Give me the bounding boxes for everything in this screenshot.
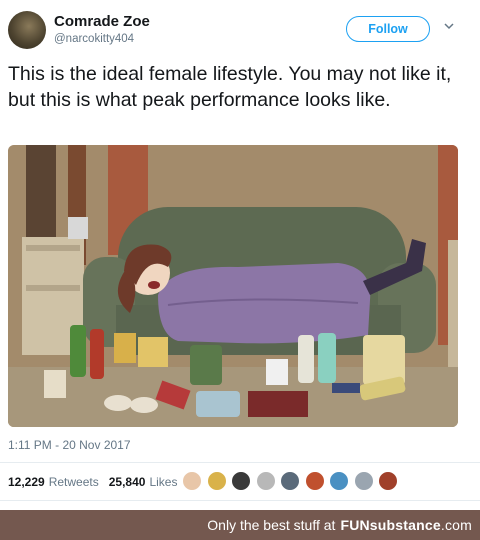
liker-avatar[interactable] bbox=[353, 471, 374, 491]
tweet-image[interactable] bbox=[8, 145, 458, 427]
brand-logo: FUNsubstance.com bbox=[340, 517, 472, 533]
likes-label[interactable]: Likes bbox=[149, 475, 177, 489]
liker-avatars bbox=[182, 471, 403, 491]
retweets-count[interactable]: 12,229 bbox=[8, 475, 45, 489]
liker-avatar[interactable] bbox=[304, 471, 325, 491]
liker-avatar[interactable] bbox=[280, 471, 300, 491]
tweet-timestamp[interactable]: 1:11 PM - 20 Nov 2017 bbox=[8, 438, 131, 452]
brand-tld: .com bbox=[440, 517, 472, 533]
retweets-label[interactable]: Retweets bbox=[49, 475, 99, 489]
liker-avatar[interactable] bbox=[329, 471, 349, 491]
avatar[interactable] bbox=[8, 11, 46, 49]
liker-avatar[interactable] bbox=[182, 471, 202, 491]
footer-bar: Only the best stuff at FUNsubstance.com bbox=[0, 510, 480, 540]
liker-avatar[interactable] bbox=[378, 471, 398, 491]
footer-text: Only the best stuff at bbox=[207, 517, 336, 533]
chevron-down-icon[interactable] bbox=[443, 20, 455, 32]
divider bbox=[0, 500, 480, 501]
engagement-stats: 12,229 Retweets 25,840 Likes bbox=[8, 475, 177, 489]
tweet-text: This is the ideal female lifestyle. You … bbox=[8, 63, 452, 111]
divider bbox=[0, 462, 480, 463]
liker-avatar[interactable] bbox=[255, 471, 276, 491]
brand-name: FUNsubstance bbox=[340, 517, 441, 533]
display-name[interactable]: Comrade Zoe bbox=[54, 13, 150, 30]
likes-count[interactable]: 25,840 bbox=[109, 475, 146, 489]
follow-button[interactable]: Follow bbox=[346, 16, 430, 42]
user-handle[interactable]: @narcokitty404 bbox=[54, 33, 134, 45]
liker-avatar[interactable] bbox=[206, 471, 227, 491]
liker-avatar[interactable] bbox=[231, 471, 251, 491]
